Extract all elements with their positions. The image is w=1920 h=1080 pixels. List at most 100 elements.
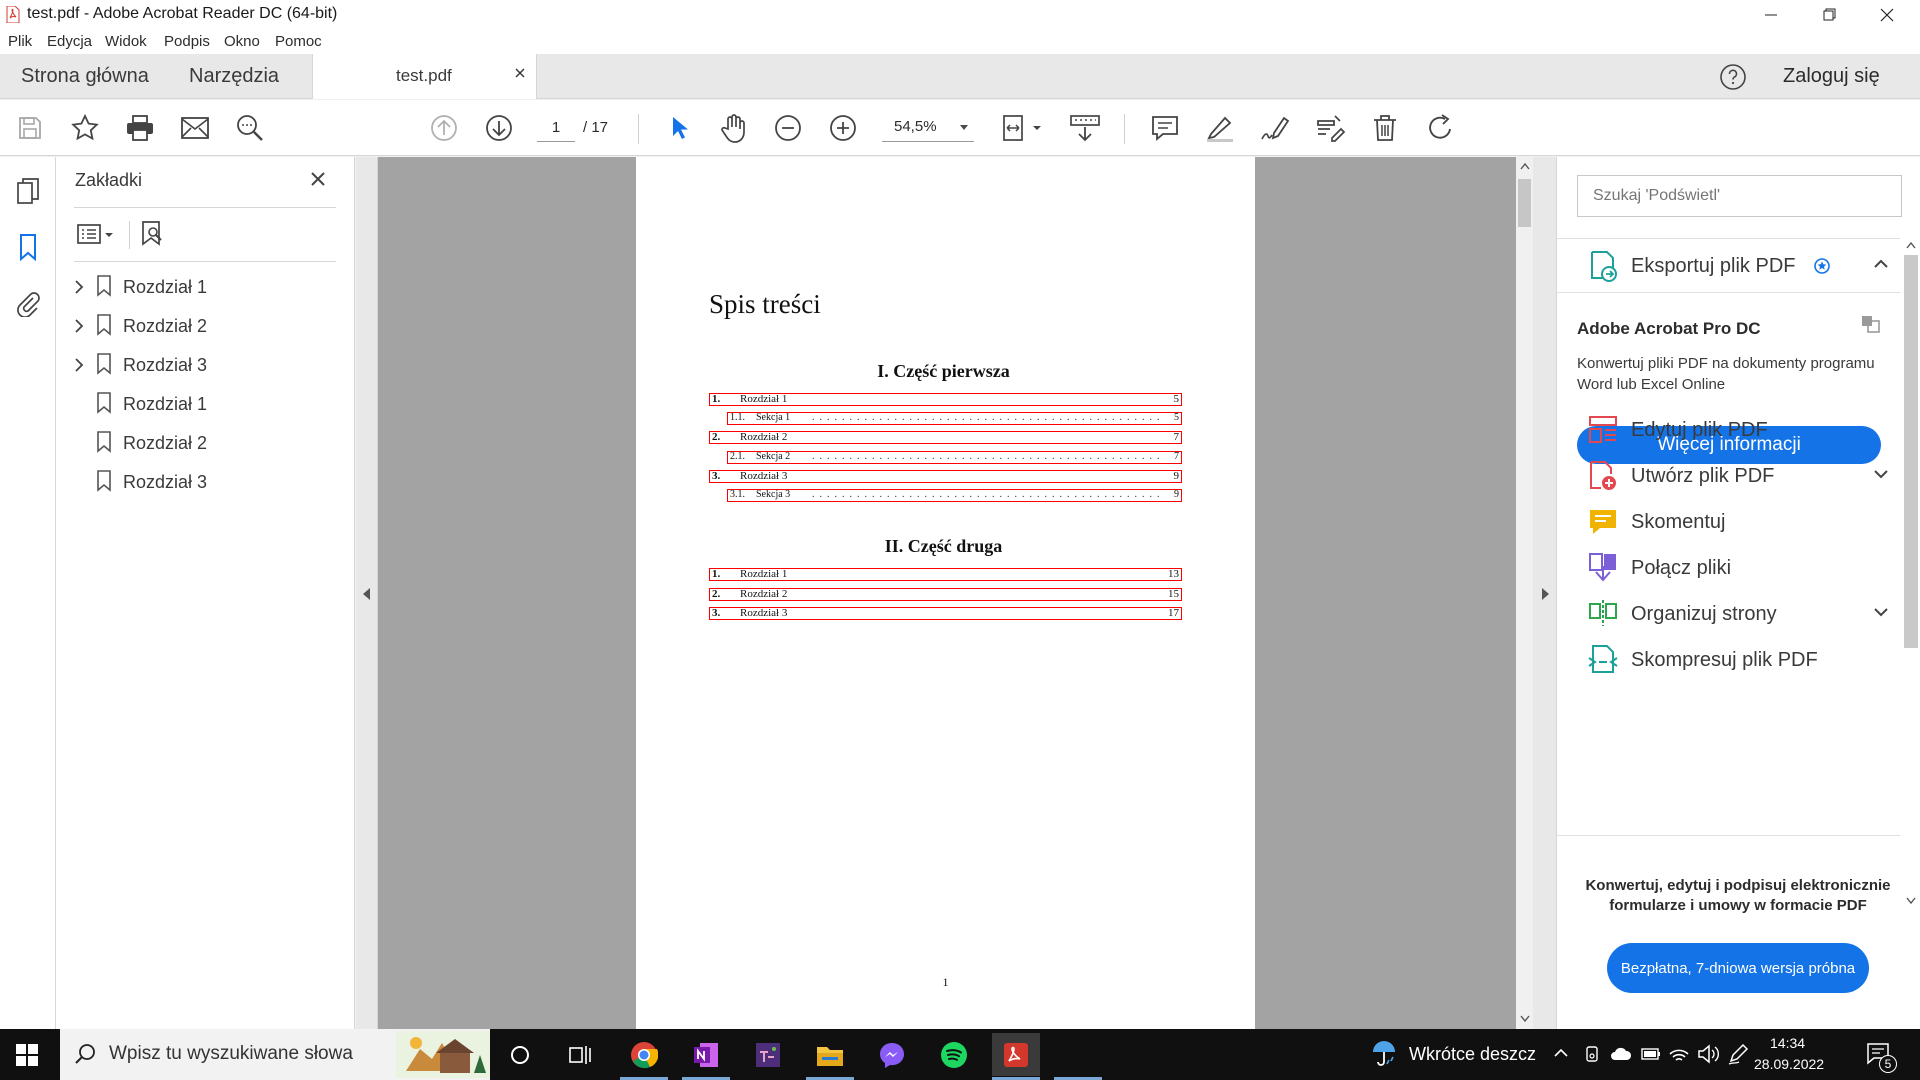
tool-item[interactable]: Połącz pliki: [1587, 548, 1897, 588]
menu-okno[interactable]: Okno: [224, 33, 260, 50]
toc-entry-link[interactable]: 1.1. Sekcja 1............................…: [727, 412, 1182, 426]
restore-button[interactable]: [1800, 0, 1858, 29]
clock-time[interactable]: 14:34: [1770, 1035, 1805, 1051]
scrollbar-thumb[interactable]: [1904, 255, 1918, 648]
bookmarks-button[interactable]: [12, 231, 44, 263]
hand-tool-button[interactable]: [718, 112, 750, 144]
chevron-up-icon[interactable]: [1873, 259, 1889, 269]
weather-rain-icon[interactable]: [1369, 1040, 1399, 1068]
toc-entry-link[interactable]: 3. Rozdział 3 9: [709, 469, 1182, 483]
email-button[interactable]: [179, 112, 211, 144]
zoom-out-button[interactable]: [772, 112, 804, 144]
copy-icon[interactable]: [1860, 314, 1882, 334]
menu-pomoc[interactable]: Pomoc: [275, 33, 322, 50]
tool-item[interactable]: Edytuj plik PDF: [1587, 410, 1897, 450]
tab-tools[interactable]: Narzędzia: [189, 54, 279, 99]
page-thumbnails-button[interactable]: [12, 175, 44, 207]
login-button[interactable]: Zaloguj się: [1783, 65, 1880, 88]
save-button[interactable]: [14, 112, 46, 144]
tool-item[interactable]: Skomentuj: [1587, 502, 1897, 542]
bookmark-item[interactable]: Rozdział 3: [74, 350, 336, 380]
find-bookmark-button[interactable]: [139, 219, 171, 251]
volume-icon[interactable]: [1697, 1044, 1719, 1064]
taskbar-search-box[interactable]: Wpisz tu wyszukiwane słowa: [60, 1029, 490, 1080]
chevron-right-icon[interactable]: [74, 358, 84, 372]
spotify-button[interactable]: [936, 1037, 972, 1073]
delete-button[interactable]: [1369, 112, 1401, 144]
zoom-level-select[interactable]: 54,5%: [882, 114, 974, 142]
tool-item[interactable]: Organizuj strony: [1587, 594, 1897, 634]
windows-start-icon[interactable]: [16, 1044, 38, 1066]
chevron-right-icon[interactable]: [74, 280, 84, 294]
bookmark-item[interactable]: Rozdział 2: [74, 428, 336, 458]
cortana-button[interactable]: [502, 1037, 538, 1073]
tex-editor-button[interactable]: [750, 1037, 786, 1073]
document-scrollbar[interactable]: [1516, 157, 1533, 1029]
onedrive-cloud-icon[interactable]: [1610, 1046, 1632, 1062]
highlight-button[interactable]: [1204, 112, 1236, 144]
menu-plik[interactable]: Plik: [8, 33, 32, 50]
free-trial-button[interactable]: Bezpłatna, 7-dniowa wersja próbna: [1607, 943, 1869, 993]
collapse-left-panel-handle[interactable]: [356, 157, 378, 1029]
attachments-button[interactable]: [12, 287, 44, 319]
show-hidden-icons-icon[interactable]: [1554, 1048, 1568, 1058]
next-page-button[interactable]: [483, 112, 515, 144]
chevron-right-icon[interactable]: [74, 319, 84, 333]
menu-edycja[interactable]: Edycja: [47, 33, 92, 50]
toc-entry-link[interactable]: 2. Rozdział 2 7: [709, 431, 1182, 445]
toc-entry-link[interactable]: 3.1. Sekcja 3............................…: [727, 489, 1182, 502]
tools-scrollbar[interactable]: [1900, 239, 1920, 915]
comment-button[interactable]: [1149, 112, 1181, 144]
bookmark-item[interactable]: Rozdział 3: [74, 467, 336, 497]
bookmark-item[interactable]: Rozdział 1: [74, 389, 336, 419]
find-button[interactable]: [234, 112, 266, 144]
chrome-button[interactable]: [626, 1037, 662, 1073]
bookmark-item[interactable]: Rozdział 1: [74, 272, 336, 302]
scroll-down-icon[interactable]: [1520, 1015, 1530, 1023]
scrollbar-thumb[interactable]: [1518, 179, 1531, 227]
tool-item[interactable]: Utwórz plik PDF: [1587, 456, 1897, 496]
tool-export-pdf[interactable]: Eksportuj plik PDF: [1587, 246, 1897, 286]
tool-item[interactable]: Skompresuj plik PDF: [1587, 640, 1897, 680]
pen-input-icon[interactable]: [1727, 1043, 1749, 1065]
read-mode-button[interactable]: [1068, 112, 1102, 144]
weather-text[interactable]: Wkrótce deszcz: [1409, 1044, 1536, 1065]
select-tool-button[interactable]: [664, 112, 696, 144]
clock-date[interactable]: 28.09.2022: [1754, 1056, 1824, 1072]
close-panel-icon[interactable]: [310, 171, 326, 187]
sign-button[interactable]: [1259, 112, 1291, 144]
file-explorer-button[interactable]: [812, 1037, 848, 1073]
onenote-button[interactable]: [688, 1037, 724, 1073]
messenger-button[interactable]: [874, 1037, 910, 1073]
acrobat-button[interactable]: [992, 1033, 1040, 1076]
rotate-button[interactable]: [1424, 112, 1456, 144]
scroll-up-icon[interactable]: [1520, 162, 1530, 170]
page-number-input[interactable]: [537, 114, 575, 142]
wifi-icon[interactable]: [1668, 1044, 1690, 1064]
bookmark-options-button[interactable]: [76, 219, 120, 251]
prev-page-button[interactable]: [428, 112, 460, 144]
toc-entry-link[interactable]: 1. Rozdział 1 13: [709, 568, 1182, 581]
tab-close-icon[interactable]: [514, 67, 526, 79]
scroll-up-icon[interactable]: [1906, 241, 1916, 249]
minimize-button[interactable]: [1742, 0, 1800, 29]
toc-entry-link[interactable]: 2. Rozdział 2 15: [709, 587, 1182, 601]
toc-entry-link[interactable]: 1. Rozdział 1 5: [709, 393, 1182, 406]
bookmark-star-button[interactable]: [69, 112, 101, 144]
fit-page-button[interactable]: [1000, 112, 1044, 144]
toc-entry-link[interactable]: 3. Rozdział 3 17: [709, 607, 1182, 621]
chevron-down-icon[interactable]: [1873, 469, 1889, 479]
toc-entry-link[interactable]: 2.1. Sekcja 2............................…: [727, 450, 1182, 464]
help-icon[interactable]: [1719, 63, 1747, 91]
collapse-right-panel-handle[interactable]: [1533, 157, 1557, 1029]
battery-icon[interactable]: [1641, 1047, 1661, 1061]
tab-home[interactable]: Strona główna: [21, 54, 149, 99]
chevron-down-icon[interactable]: [1873, 607, 1889, 617]
device-icon[interactable]: [1583, 1045, 1601, 1063]
edit-text-button[interactable]: [1314, 112, 1346, 144]
task-view-button[interactable]: [562, 1037, 598, 1073]
tools-search-input[interactable]: [1577, 175, 1902, 217]
menu-widok[interactable]: Widok: [105, 33, 147, 50]
close-window-button[interactable]: [1858, 0, 1916, 29]
menu-podpis[interactable]: Podpis: [164, 33, 210, 50]
